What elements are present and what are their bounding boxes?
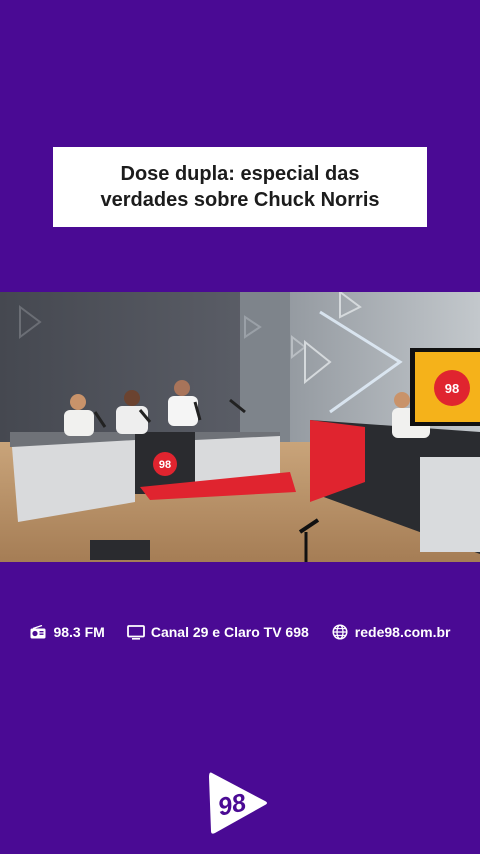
radio-icon xyxy=(29,623,47,641)
video-frame[interactable]: 98 98 xyxy=(0,292,480,562)
play-logo-icon: 98 xyxy=(209,772,267,834)
tv-icon xyxy=(126,623,145,641)
video-title: Dose dupla: especial das verdades sobre … xyxy=(100,163,380,211)
desk-logo-text: 98 xyxy=(159,459,171,471)
title-card: Dose dupla: especial das verdades sobre … xyxy=(53,147,427,227)
brand-logo: 98 xyxy=(207,771,269,835)
studio-scene: 98 98 xyxy=(0,292,480,562)
screen-logo-text: 98 xyxy=(445,381,459,396)
logo-text: 98 xyxy=(215,788,248,821)
tv-info: Canal 29 e Claro TV 698 xyxy=(126,623,309,641)
info-bar: 98.3 FM Canal 29 e Claro TV 698 rede98.c… xyxy=(0,620,480,644)
web-info: rede98.com.br xyxy=(331,623,451,641)
web-label: rede98.com.br xyxy=(354,624,451,640)
radio-info: 98.3 FM xyxy=(29,623,105,641)
radio-label: 98.3 FM xyxy=(53,624,105,640)
globe-icon xyxy=(331,623,349,641)
tv-label: Canal 29 e Claro TV 698 xyxy=(150,624,309,640)
